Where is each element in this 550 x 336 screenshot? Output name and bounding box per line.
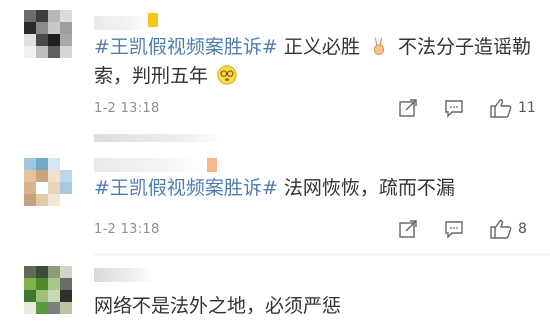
like-button[interactable]: 11 bbox=[490, 98, 536, 118]
thumbs-up-icon bbox=[490, 99, 512, 118]
avatar[interactable] bbox=[24, 10, 72, 58]
comment-body: 网络不是法外之地，必须严惩 bbox=[94, 295, 342, 317]
victory-hand-emoji bbox=[373, 37, 384, 55]
like-count: 11 bbox=[518, 100, 536, 116]
share-icon bbox=[399, 99, 417, 117]
comment-text: #王凯假视频案胜诉# 正义必胜 不法分子造谣勒索，判刑五年 bbox=[94, 33, 534, 91]
avatar[interactable] bbox=[24, 158, 72, 206]
username-redacted bbox=[94, 268, 154, 282]
hashtag-link[interactable]: #王凯假视频案胜诉# bbox=[94, 36, 278, 58]
comment-icon bbox=[445, 221, 463, 239]
comment-text: #王凯假视频案胜诉# 法网恢恢，疏而不漏 bbox=[94, 174, 534, 203]
like-count: 8 bbox=[518, 221, 527, 237]
comment-button[interactable] bbox=[444, 219, 464, 239]
comment-text: 网络不是法外之地，必须严惩 bbox=[94, 292, 534, 321]
hashtag-link[interactable]: #王凯假视频案胜诉# bbox=[94, 177, 278, 199]
share-icon bbox=[399, 220, 417, 238]
avatar[interactable] bbox=[24, 266, 72, 314]
dizzy-face-emoji bbox=[217, 65, 237, 85]
timestamp: 1-2 13:18 bbox=[94, 101, 160, 116]
username-redacted bbox=[94, 158, 204, 172]
user-badge bbox=[148, 13, 158, 27]
comment-button[interactable] bbox=[444, 98, 464, 118]
user-badge bbox=[207, 158, 217, 172]
like-button[interactable]: 8 bbox=[490, 219, 527, 239]
share-button[interactable] bbox=[398, 98, 418, 118]
share-button[interactable] bbox=[398, 219, 418, 239]
comment-icon bbox=[445, 100, 463, 118]
thumbs-up-icon bbox=[490, 220, 512, 239]
comment-body: 正义必胜 bbox=[283, 36, 360, 58]
divider bbox=[94, 134, 224, 142]
username-redacted bbox=[94, 16, 152, 30]
comment-body: 法网恢恢，疏而不漏 bbox=[283, 177, 455, 199]
divider bbox=[94, 254, 550, 255]
timestamp: 1-2 13:18 bbox=[94, 222, 160, 237]
